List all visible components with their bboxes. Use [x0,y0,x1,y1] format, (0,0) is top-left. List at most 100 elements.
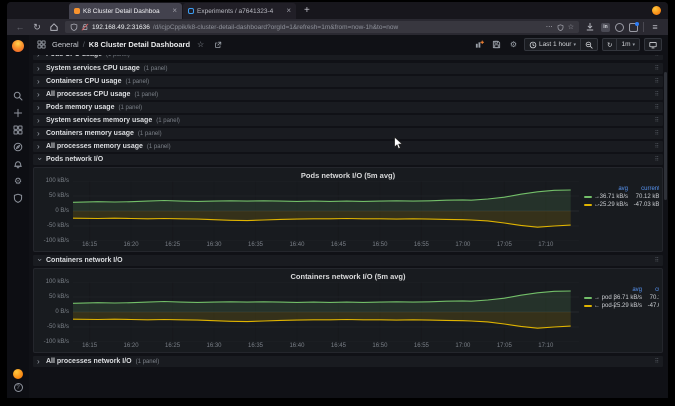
legend-current-value: -47.03 kB/s [633,202,659,208]
menu-button[interactable]: ≡ [649,21,661,33]
row-panel-count: (1 panel) [156,117,180,124]
browser-tab-grafana[interactable]: K8 Cluster Detail Dashboa × [69,3,182,19]
browser-tabstrip: K8 Cluster Detail Dashboa × Experiments … [7,2,668,19]
url-bar[interactable]: 192.168.49.2:31636/d/icjpCppik/k8-cluste… [65,21,579,33]
downloads-icon[interactable] [584,21,596,33]
dashboard-row[interactable]: › Pods memory usage (1 panel) ⠿ [33,102,663,113]
home-button[interactable] [48,21,60,33]
row-drag-handle-icon[interactable]: ⠿ [655,55,659,58]
page-reload-button[interactable]: ↻ [31,21,43,33]
tab-title: Experiments / a7641323-4 [197,7,274,15]
sidebar-item-server-admin[interactable] [10,190,26,206]
dashboard-row[interactable]: › System services CPU usage (1 panel) ⠿ [33,63,663,74]
insecure-lock-icon[interactable] [81,23,89,31]
favorite-star-icon[interactable]: ☆ [194,38,207,51]
refresh-interval-label: 1m [621,41,631,48]
tab-close-icon[interactable]: × [286,7,291,15]
sidebar-item-create[interactable] [10,105,26,121]
row-drag-handle-icon[interactable]: ⠿ [655,79,659,85]
sidebar-item-help[interactable]: ? [13,383,23,392]
row-title: All processes network I/O [46,358,132,365]
chevron-right-icon: › [37,102,40,112]
save-dashboard-button[interactable] [490,38,503,51]
row-drag-handle-icon[interactable]: ⠿ [655,131,659,137]
refresh-dashboard-button[interactable]: ↻ [602,38,618,51]
permissions-shield-icon[interactable] [557,23,564,31]
panel-containers-network-io: Containers network I/O (5m avg) 100 kB/s… [33,268,663,353]
sidebar-item-dashboards[interactable] [10,122,26,138]
browser-toolbar: ← ↻ 192.168.49.2:31636/d/icjpCppik/k8-cl… [7,19,668,35]
add-panel-button[interactable] [473,38,486,51]
time-range-picker[interactable]: Last 1 hour ▾ [523,38,581,51]
breadcrumb-dashboard-title[interactable]: K8 Cluster Detail Dashboard [89,40,190,49]
chevron-right-icon: › [37,128,40,138]
back-button[interactable]: ← [14,21,26,33]
share-dashboard-icon[interactable] [211,38,224,51]
row-title: Containers CPU usage [46,78,122,85]
refresh-interval-dropdown[interactable]: 1m ▾ [617,38,640,51]
row-panel-count: (1 panel) [135,358,160,365]
tv-mode-button[interactable] [644,38,662,51]
browser-tab-experiments[interactable]: Experiments / a7641323-4 × [183,3,296,19]
row-drag-handle-icon[interactable]: ⠿ [655,66,659,72]
sidebar-item-configuration[interactable]: ⚙ [10,173,26,189]
row-drag-handle-icon[interactable]: ⠿ [655,359,659,365]
time-series-plot[interactable] [73,181,579,241]
dashboard-row[interactable]: › All processes network I/O (1 panel) ⠿ [33,356,663,367]
legend-avg-value: 36.71 kB/s [599,194,628,200]
panel-title[interactable]: Pods network I/O (5m avg) [37,170,659,181]
page-actions-icon[interactable]: ⋯ [546,23,553,31]
row-title: Containers network I/O [46,257,123,264]
scrollbar-thumb[interactable] [664,72,667,200]
tab-close-icon[interactable]: × [172,7,177,15]
legend-sort-current[interactable]: current ▾ [642,286,659,294]
extension-in-icon[interactable]: in [601,22,610,32]
row-drag-handle-icon[interactable]: ⠿ [655,144,659,150]
row-panel-count: (1 panel) [143,65,168,72]
dashboard-row[interactable]: › All processes CPU usage (1 panel) ⠿ [33,89,663,100]
row-title: Pods memory usage [46,104,115,111]
row-title: System services memory usage [46,117,153,124]
browser-profile-avatar[interactable] [652,6,661,15]
panel-title[interactable]: Containers network I/O (5m avg) [37,271,659,282]
sidebar-item-alerting[interactable] [10,156,26,172]
legend-swatch [584,196,592,198]
dashboard-settings-button[interactable]: ⚙ [507,38,520,51]
extension-badged-icon[interactable] [629,21,639,32]
grafana-logo-icon[interactable] [12,40,24,52]
dashboard-row-expanded[interactable]: › Containers network I/O ⠿ [33,255,663,266]
row-drag-handle-icon[interactable]: ⠿ [655,92,659,98]
dashboard-row[interactable]: › Containers memory usage (1 panel) ⠿ [33,128,663,139]
bookmark-star-icon[interactable]: ☆ [568,23,574,31]
legend-sort-current[interactable]: current ▾ [628,185,659,193]
mouse-cursor [393,136,404,151]
row-panel-count: (1 panel) [106,55,130,58]
legend-swatch [584,305,592,307]
legend-sort-avg[interactable]: avg [610,286,642,294]
row-drag-handle-icon[interactable]: ⠿ [655,258,659,264]
user-avatar[interactable] [13,369,23,379]
breadcrumb-section[interactable]: General [52,40,79,49]
dashboard-row[interactable]: › Pods CPU usage (1 panel) ⠿ [33,55,663,60]
dashboard-row-expanded[interactable]: › Pods network I/O ⠿ [33,154,663,165]
new-tab-button[interactable]: + [297,2,317,19]
legend-sort-avg[interactable]: avg [596,185,628,193]
dashboard-row[interactable]: › Containers CPU usage (1 panel) ⠿ [33,76,663,87]
tracking-shield-icon[interactable] [70,23,78,31]
scrollbar[interactable] [664,54,668,398]
sidebar-item-search[interactable] [10,88,26,104]
chevron-down-icon: › [35,157,45,160]
legend-current-value: 70.12 kB/s [635,194,659,200]
time-series-plot[interactable] [73,282,579,342]
zoom-out-time-button[interactable] [581,38,598,51]
y-axis-labels: 100 kB/s 50 kB/s 0 B/s -50 kB/s -100 kB/s [43,178,69,244]
row-drag-handle-icon[interactable]: ⠿ [655,157,659,163]
extension-circle-icon[interactable] [615,22,624,32]
legend-current-value: 70.12 kB/s [649,295,659,301]
dashboard-row[interactable]: › System services memory usage (1 panel)… [33,115,663,126]
row-drag-handle-icon[interactable]: ⠿ [655,105,659,111]
row-drag-handle-icon[interactable]: ⠿ [655,118,659,124]
legend-series-row: → 36.71 kB/s 70.12 kB/s [584,193,659,201]
dashboard-row[interactable]: › All processes memory usage (1 panel) ⠿ [33,141,663,152]
sidebar-item-explore[interactable] [10,139,26,155]
